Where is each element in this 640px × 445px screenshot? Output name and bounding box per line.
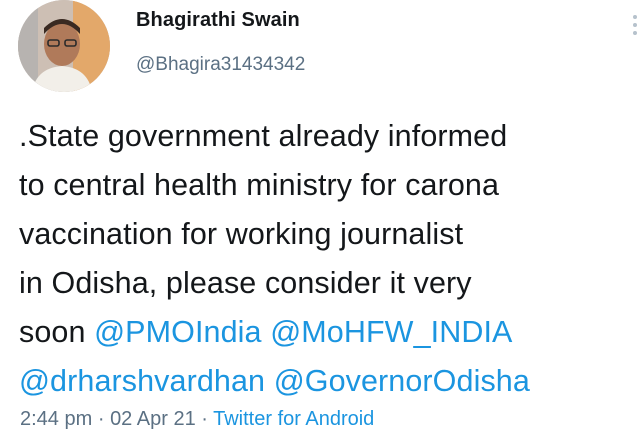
avatar-image bbox=[18, 0, 110, 92]
meta-separator: · bbox=[201, 408, 208, 430]
tweet-text-segment bbox=[262, 315, 271, 349]
tweet-text: .State government already informed to cen… bbox=[19, 112, 640, 406]
tweet-date[interactable]: 02 Apr 21 bbox=[110, 408, 196, 430]
mention-link[interactable]: @PMOIndia bbox=[94, 315, 261, 349]
mention-link[interactable]: @GovernorOdisha bbox=[274, 364, 530, 398]
more-vertical-icon[interactable] bbox=[630, 15, 640, 45]
author-name[interactable]: Bhagirathi Swain bbox=[136, 9, 300, 32]
tweet-text-segment bbox=[265, 364, 274, 398]
tweet-time[interactable]: 2:44 pm bbox=[20, 408, 92, 430]
tweet-line: soon @PMOIndia @MoHFW_INDIA bbox=[19, 308, 640, 357]
tweet-text-segment: to central health ministry for carona bbox=[19, 168, 500, 202]
tweet-text-segment: in Odisha, please consider it very bbox=[19, 266, 472, 300]
mention-link[interactable]: @MoHFW_INDIA bbox=[270, 315, 512, 349]
tweet-line: in Odisha, please consider it very bbox=[19, 259, 640, 308]
tweet-source[interactable]: Twitter for Android bbox=[213, 408, 374, 430]
tweet-line: @drharshvardhan @GovernorOdisha bbox=[19, 357, 640, 406]
tweet-line: to central health ministry for carona bbox=[19, 161, 640, 210]
tweet-line: vaccination for working journalist bbox=[19, 210, 640, 259]
tweet-text-segment: soon bbox=[19, 315, 95, 349]
tweet-meta: 2:44 pm · 02 Apr 21 · Twitter for Androi… bbox=[20, 408, 374, 431]
author-handle[interactable]: @Bhagira31434342 bbox=[136, 54, 305, 76]
tweet-text-segment: vaccination for working journalist bbox=[19, 217, 464, 251]
tweet-line: .State government already informed bbox=[19, 112, 640, 161]
meta-separator: · bbox=[97, 408, 105, 430]
tweet-text-segment: .State government already informed bbox=[19, 119, 508, 153]
mention-link[interactable]: @drharshvardhan bbox=[19, 364, 265, 398]
avatar[interactable] bbox=[18, 0, 110, 92]
